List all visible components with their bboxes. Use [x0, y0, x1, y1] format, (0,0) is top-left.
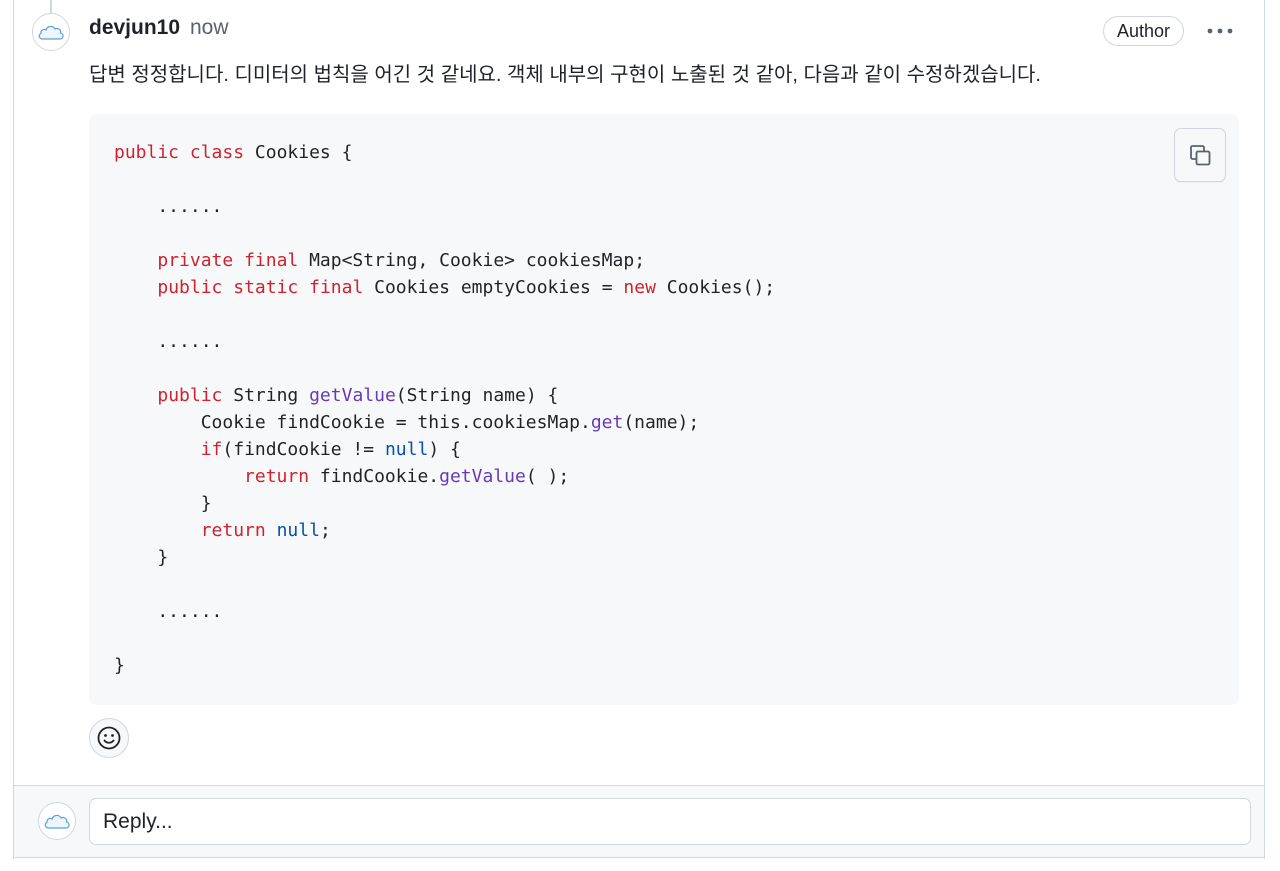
code-line: return null; [114, 520, 331, 541]
code-keyword: private [157, 250, 234, 271]
thread-connector-line [50, 0, 52, 14]
code-text: Cookie findCookie = this.cookiesMap. [114, 412, 591, 433]
code-line: ...... [114, 196, 222, 217]
code-text: ; [319, 520, 331, 541]
code-text: (name); [623, 412, 700, 433]
author-avatar[interactable] [32, 13, 70, 51]
code-keyword: public [114, 142, 180, 163]
code-function-name: get [590, 412, 624, 433]
code-line: public class Cookies { [114, 142, 352, 163]
code-line: if(findCookie != null) { [114, 439, 461, 460]
code-keyword: final [244, 250, 299, 271]
code-line: private final Map<String, Cookie> cookie… [114, 250, 645, 271]
code-text: ) { [428, 439, 461, 460]
code-text: } [114, 655, 125, 676]
code-text: ...... [114, 601, 223, 622]
code-line: } [114, 493, 212, 514]
comment-timestamp[interactable]: now [190, 16, 229, 40]
code-line: } [114, 655, 125, 676]
code-line: ...... [114, 601, 222, 622]
reply-input[interactable] [89, 798, 1251, 845]
code-keyword: if [200, 439, 223, 460]
code-text: Map<String, Cookie> cookiesMap; [298, 250, 646, 271]
code-literal: null [276, 520, 320, 541]
code-text: } [114, 493, 212, 514]
code-line: } [114, 547, 168, 568]
code-line: return findCookie.getValue( ); [114, 466, 569, 487]
code-text: Cookies(); [655, 277, 776, 298]
code-text: ...... [114, 196, 223, 217]
code-keyword: public [157, 385, 223, 406]
code-keyword: static [233, 277, 299, 298]
code-keyword: new [623, 277, 656, 298]
code-keyword: public [157, 277, 223, 298]
code-literal: null [384, 439, 429, 460]
code-line: public static final Cookies emptyCookies… [114, 277, 775, 298]
comment-more-options-button[interactable] [1203, 18, 1237, 44]
comment-author-name[interactable]: devjun10 [89, 16, 180, 40]
cloud-icon [38, 25, 64, 40]
add-reaction-button[interactable] [89, 718, 129, 758]
code-text: findCookie. [309, 466, 440, 487]
code-keyword: class [189, 142, 245, 163]
code-line: ...... [114, 331, 222, 352]
code-keyword: return [200, 520, 266, 541]
code-text: ...... [114, 331, 223, 352]
code-keyword: final [309, 277, 364, 298]
reply-avatar[interactable] [38, 802, 76, 840]
code-text: } [114, 547, 169, 568]
code-function-name: getValue [309, 385, 396, 406]
code-text: (findCookie != [222, 439, 385, 460]
code-text: Cookies emptyCookies = [363, 277, 624, 298]
kebab-horizontal-icon [1207, 28, 1233, 34]
author-badge: Author [1103, 16, 1185, 46]
code-text: String [222, 385, 310, 406]
code-text: ( ); [525, 466, 570, 487]
copy-icon [1190, 145, 1211, 166]
cloud-icon [44, 814, 70, 829]
smiley-icon [97, 726, 121, 750]
code-keyword: return [244, 466, 310, 487]
copy-code-button[interactable] [1174, 128, 1226, 182]
code-function-name: getValue [439, 466, 526, 487]
code-text: Cookies { [244, 142, 353, 163]
code-content: public class Cookies { ...... private fi… [114, 139, 775, 679]
comment-body: 답변 정정합니다. 디미터의 법칙을 어긴 것 같네요. 객체 내부의 구현이 … [89, 64, 1041, 86]
code-block: public class Cookies { ...... private fi… [89, 114, 1239, 705]
code-line: public String getValue(String name) { [114, 385, 558, 406]
code-line: Cookie findCookie = this.cookiesMap.get(… [114, 412, 700, 433]
code-text: (String name) { [395, 385, 559, 406]
